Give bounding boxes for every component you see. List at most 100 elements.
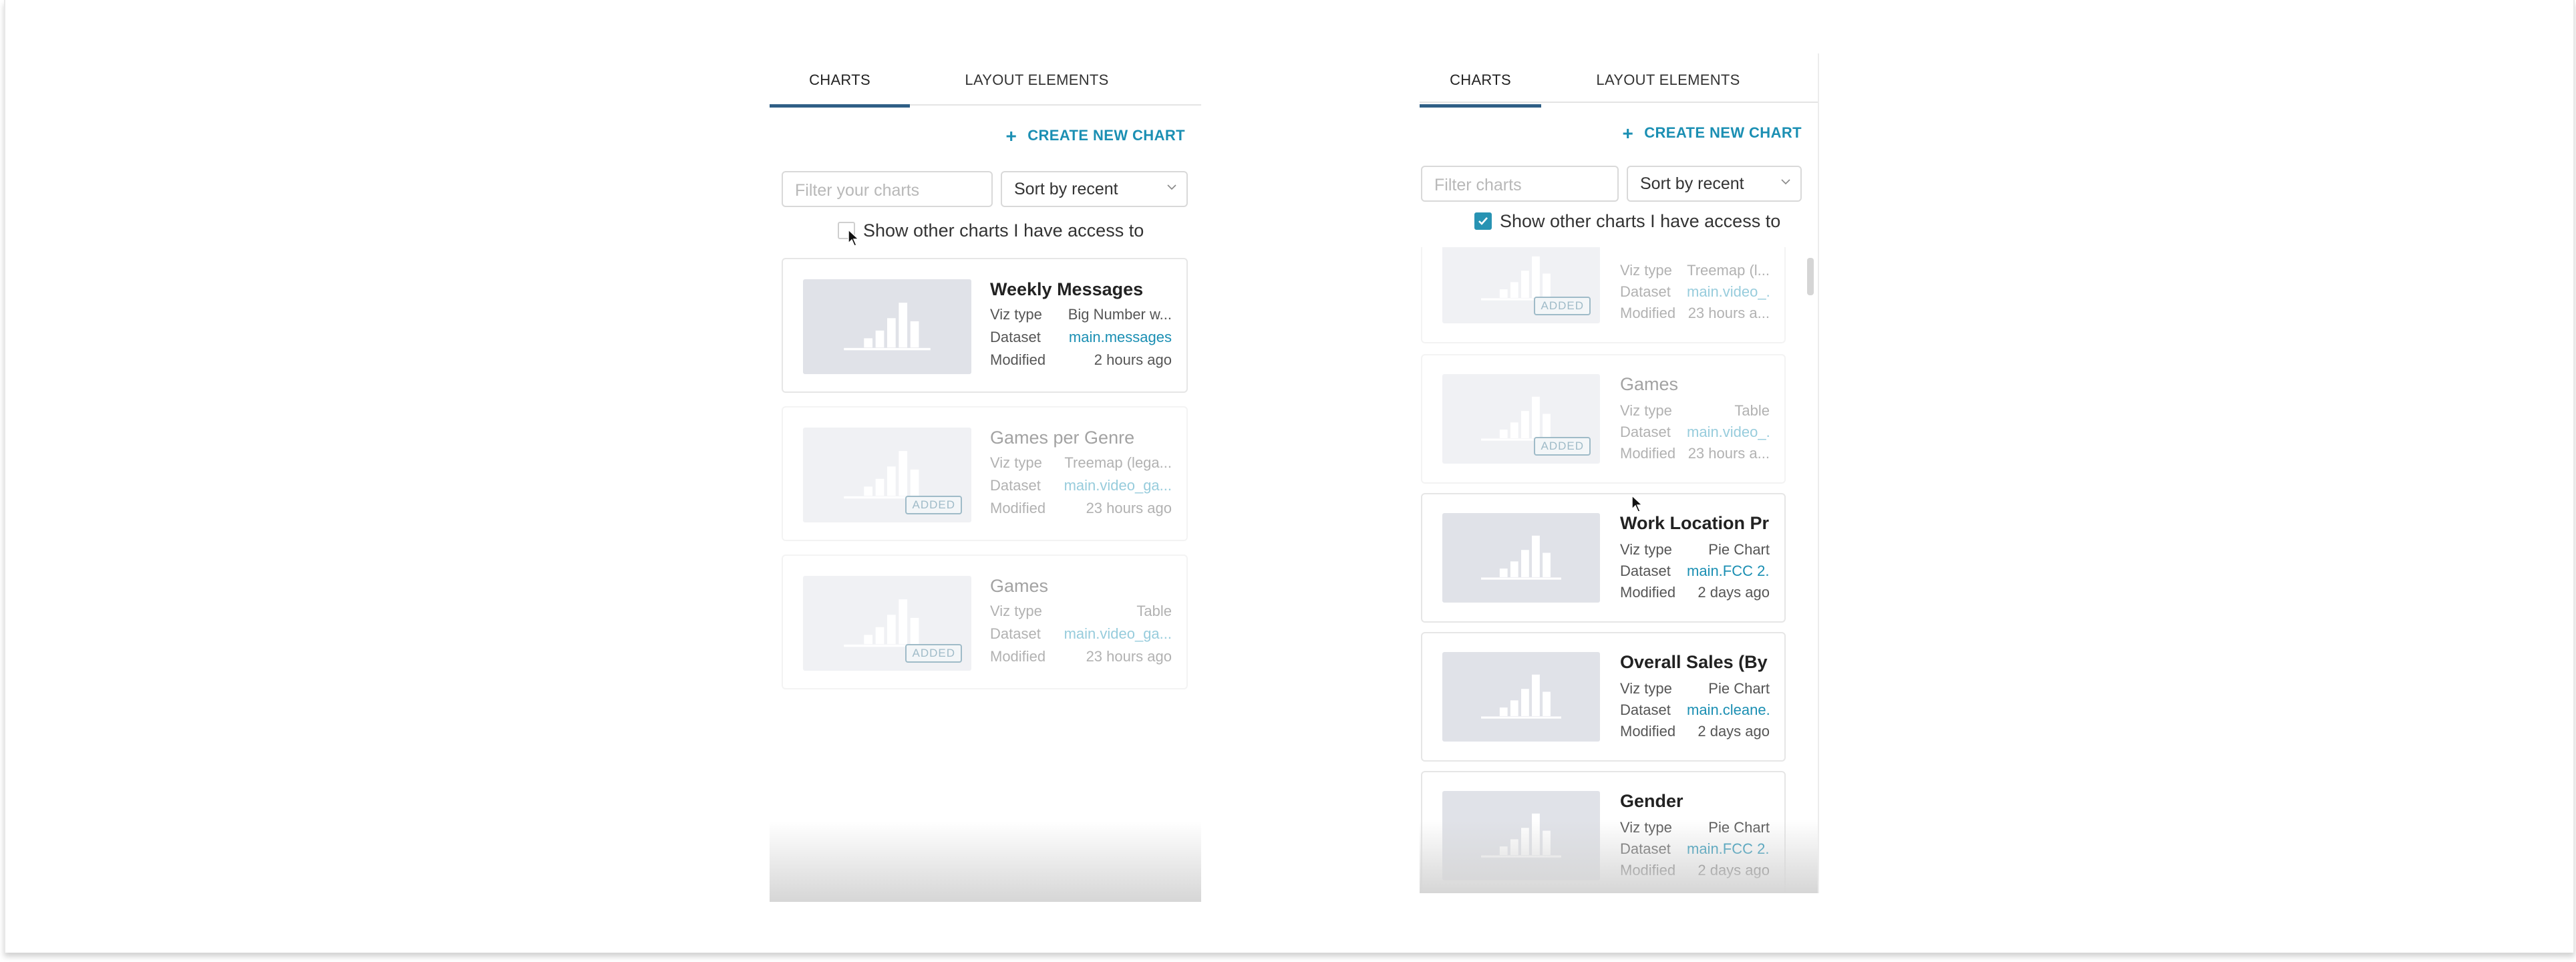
meta-value-viz-type: Treemap (l... xyxy=(1687,262,1770,279)
meta-row-modified: Modified 23 hours ago xyxy=(990,500,1172,518)
chart-list[interactable]: ADDED Viz type Treemap (l... Dataset main.vi… xyxy=(1420,247,1818,893)
tab-bar: CHARTS LAYOUT ELEMENTS xyxy=(1420,53,1818,108)
sort-select[interactable]: Sort by recent xyxy=(1627,166,1802,202)
scroll-fade xyxy=(770,822,1201,902)
chart-thumbnail xyxy=(1442,652,1600,742)
create-new-chart-button[interactable]: + CREATE NEW CHART xyxy=(1622,123,1802,144)
meta-row-dataset: Dataset main.video_ga... xyxy=(990,625,1172,644)
meta-row-dataset: Dataset main.video_... xyxy=(1620,283,1770,302)
meta-value-dataset[interactable]: main.cleane... xyxy=(1687,701,1770,719)
meta-label-viz-type: Viz type xyxy=(990,454,1042,471)
meta-value-dataset[interactable]: main.video_... xyxy=(1687,424,1770,441)
chart-card-title: Games xyxy=(1620,374,1679,394)
chart-thumbnail xyxy=(1442,513,1600,603)
meta-row-viz-type: Viz type Table xyxy=(1620,402,1770,421)
chart-card[interactable]: ADDED Games Viz type Table Dataset main.video… xyxy=(1421,354,1786,484)
chart-card-title: Gender xyxy=(1620,791,1683,811)
chart-card[interactable]: Weekly Messages Viz type Big Number w... Da… xyxy=(782,258,1188,393)
added-badge: ADDED xyxy=(1534,297,1591,315)
meta-value-dataset[interactable]: main.video_ga... xyxy=(1064,477,1172,494)
chart-card[interactable]: Work Location Pre... Viz type Pie Chart Dat… xyxy=(1421,493,1786,623)
meta-row-dataset: Dataset main.video_... xyxy=(1620,424,1770,442)
scrollbar-thumb[interactable] xyxy=(1807,258,1814,295)
meta-row-viz-type: Viz type Pie Chart xyxy=(1620,680,1770,699)
meta-value-viz-type: Pie Chart xyxy=(1708,541,1770,558)
meta-row-viz-type: Viz type Treemap (lega... xyxy=(990,454,1172,473)
show-other-charts-toggle[interactable]: Show other charts I have access to xyxy=(838,220,1144,241)
meta-value-dataset[interactable]: main.FCC 2... xyxy=(1687,563,1770,580)
meta-row-dataset: Dataset main.messages xyxy=(990,329,1172,347)
meta-label-viz-type: Viz type xyxy=(1620,541,1672,558)
chart-card[interactable]: ADDED Viz type Treemap (l... Dataset main.vi… xyxy=(1421,247,1786,343)
meta-row-modified: Modified 23 hours a... xyxy=(1620,445,1770,464)
meta-value-modified: 23 hours a... xyxy=(1687,445,1770,462)
meta-row-modified: Modified 2 days ago xyxy=(1620,584,1770,603)
meta-value-dataset[interactable]: main.messages xyxy=(1069,329,1172,346)
meta-label-dataset: Dataset xyxy=(990,477,1041,494)
show-other-charts-toggle[interactable]: Show other charts I have access to xyxy=(1474,211,1780,232)
chart-thumbnail xyxy=(803,279,971,374)
meta-label-modified: Modified xyxy=(990,500,1046,516)
tab-charts[interactable]: CHARTS xyxy=(1420,69,1541,108)
chart-card[interactable]: ADDED Games Viz type Table Dataset main.video… xyxy=(782,554,1188,689)
meta-value-dataset[interactable]: main.video_ga... xyxy=(1064,625,1172,643)
filter-charts-input[interactable]: Filter your charts xyxy=(782,171,993,207)
added-badge: ADDED xyxy=(905,496,962,514)
added-badge: ADDED xyxy=(1534,437,1591,456)
meta-row-modified: Modified 2 hours ago xyxy=(990,351,1172,370)
meta-value-modified: 23 hours ago xyxy=(1086,500,1172,516)
plus-icon: + xyxy=(1005,126,1017,146)
bar-chart-thumbnail-icon xyxy=(844,599,931,647)
meta-row-viz-type: Viz type Treemap (l... xyxy=(1620,262,1770,281)
chevron-down-icon xyxy=(1166,182,1176,191)
meta-label-dataset: Dataset xyxy=(990,625,1041,642)
chart-card-title: Work Location Pre... xyxy=(1620,513,1770,533)
meta-value-viz-type: Pie Chart xyxy=(1708,680,1770,697)
meta-row-modified: Modified 23 hours a... xyxy=(1620,305,1770,323)
sort-select-value: Sort by recent xyxy=(1014,180,1118,198)
chart-card[interactable]: Overall Sales (By P... Viz type Pie Chart D… xyxy=(1421,632,1786,762)
meta-label-dataset: Dataset xyxy=(990,329,1041,345)
meta-row-dataset: Dataset main.FCC 2... xyxy=(1620,563,1770,581)
check-icon xyxy=(1478,217,1488,225)
show-other-charts-label: Show other charts I have access to xyxy=(863,220,1144,240)
meta-row-viz-type: Viz type Table xyxy=(990,603,1172,621)
plus-icon: + xyxy=(1622,123,1634,144)
meta-value-viz-type: Treemap (lega... xyxy=(1064,454,1172,471)
bar-chart-thumbnail-icon xyxy=(1481,674,1561,719)
meta-value-modified: 2 hours ago xyxy=(1094,351,1172,368)
filter-charts-input[interactable]: Filter charts xyxy=(1421,166,1619,202)
meta-label-dataset: Dataset xyxy=(1620,424,1671,440)
bar-chart-thumbnail-icon xyxy=(844,303,931,351)
tab-layout-elements[interactable]: LAYOUT ELEMENTS xyxy=(963,69,1110,104)
scroll-fade xyxy=(1420,820,1818,893)
meta-value-dataset[interactable]: main.video_... xyxy=(1687,283,1770,301)
chevron-down-icon xyxy=(1780,176,1790,186)
sort-select[interactable]: Sort by recent xyxy=(1001,171,1188,207)
tab-charts[interactable]: CHARTS xyxy=(770,69,910,108)
mouse-cursor-icon xyxy=(848,228,860,247)
meta-row-modified: Modified 23 hours ago xyxy=(990,648,1172,667)
create-new-chart-button[interactable]: + CREATE NEW CHART xyxy=(1005,126,1185,147)
meta-row-viz-type: Viz type Pie Chart xyxy=(1620,541,1770,560)
chart-card[interactable]: ADDED Games per Genre Viz type Treemap (leg… xyxy=(782,406,1188,541)
meta-row-modified: Modified 2 days ago xyxy=(1620,723,1770,742)
sort-select-value: Sort by recent xyxy=(1640,174,1744,193)
chart-panel-left: CHARTS LAYOUT ELEMENTS + CREATE NEW CHART… xyxy=(770,53,1201,902)
meta-value-modified: 2 days ago xyxy=(1698,584,1770,601)
meta-value-viz-type: Table xyxy=(1734,402,1770,419)
meta-label-viz-type: Viz type xyxy=(990,306,1042,323)
meta-label-dataset: Dataset xyxy=(1620,563,1671,579)
show-other-charts-checkbox[interactable] xyxy=(1474,212,1492,230)
meta-row-dataset: Dataset main.video_ga... xyxy=(990,477,1172,496)
bar-chart-thumbnail-icon xyxy=(844,451,931,499)
tab-layout-elements[interactable]: LAYOUT ELEMENTS xyxy=(1595,69,1742,104)
bar-chart-thumbnail-icon xyxy=(1481,535,1561,580)
meta-label-dataset: Dataset xyxy=(1620,283,1671,300)
meta-label-viz-type: Viz type xyxy=(1620,262,1672,279)
meta-label-modified: Modified xyxy=(990,351,1046,368)
meta-label-viz-type: Viz type xyxy=(990,603,1042,619)
meta-label-modified: Modified xyxy=(1620,445,1676,462)
meta-label-viz-type: Viz type xyxy=(1620,402,1672,419)
chart-card-title: Games per Genre xyxy=(990,428,1135,448)
